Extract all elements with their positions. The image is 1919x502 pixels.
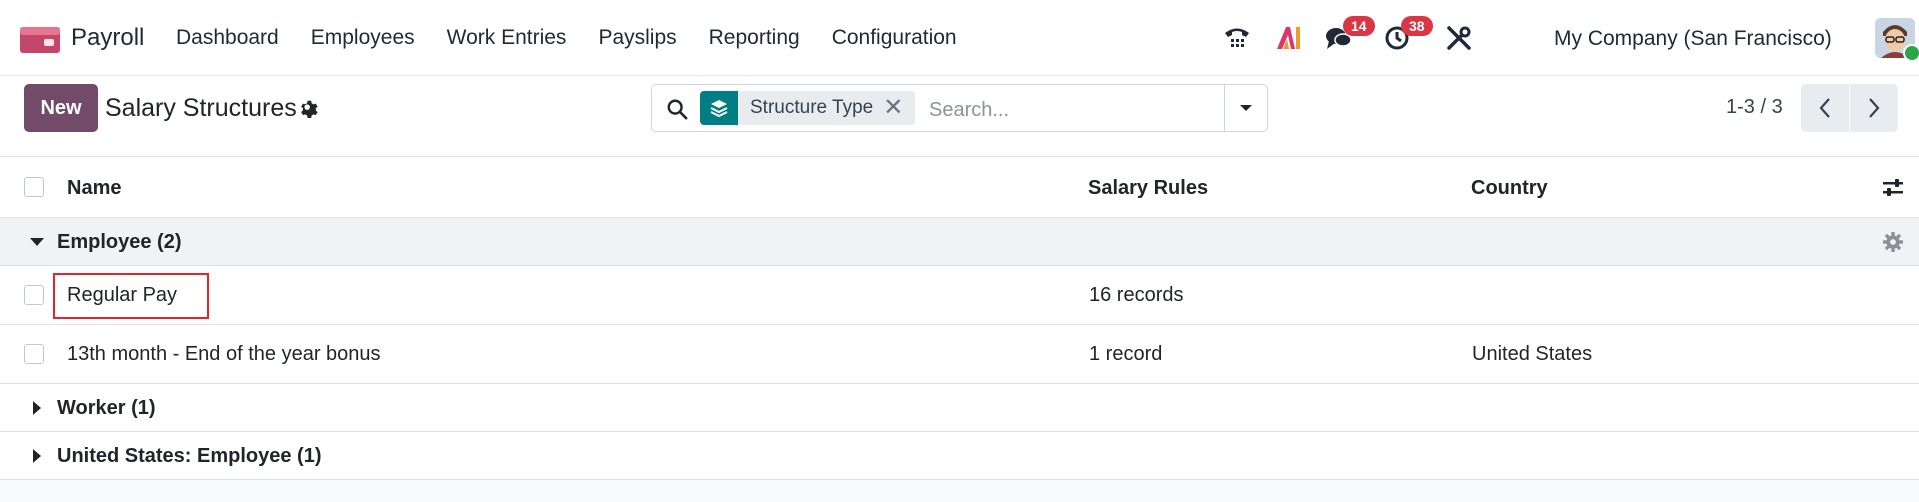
row-checkbox[interactable] <box>24 285 44 305</box>
column-header-country[interactable]: Country <box>1471 177 1548 200</box>
pager-previous-button[interactable] <box>1801 84 1849 132</box>
app-name[interactable]: Payroll <box>71 24 144 52</box>
online-status-dot <box>1903 44 1919 62</box>
phone-icon[interactable] <box>1219 18 1255 58</box>
chevron-right-icon <box>1869 98 1880 118</box>
menu-configuration[interactable]: Configuration <box>832 26 957 50</box>
row-checkbox[interactable] <box>24 344 44 364</box>
table-row[interactable]: Regular Pay 16 records <box>0 266 1919 325</box>
row-name[interactable]: Regular Pay <box>67 284 177 307</box>
chat-icon[interactable]: 14 <box>1321 16 1375 58</box>
table-row[interactable]: 13th month - End of the year bonus 1 rec… <box>0 325 1919 384</box>
search-bar: Structure Type ✕ <box>651 84 1268 132</box>
row-salary-rules[interactable]: 1 record <box>1089 343 1162 366</box>
caret-down-icon <box>30 238 44 246</box>
chevron-left-icon <box>1819 98 1830 118</box>
caret-right-icon <box>33 449 41 463</box>
gear-icon[interactable] <box>298 98 320 120</box>
menu-reporting[interactable]: Reporting <box>709 26 800 50</box>
optional-columns-icon[interactable] <box>1882 177 1904 199</box>
menu-work-entries[interactable]: Work Entries <box>447 26 567 50</box>
group-label: Worker (1) <box>57 397 156 419</box>
column-header-salary-rules[interactable]: Salary Rules <box>1088 177 1208 200</box>
group-settings-gear-icon[interactable] <box>1883 232 1903 252</box>
ai-icon[interactable] <box>1271 18 1307 58</box>
list-header: Name Salary Rules Country <box>0 157 1919 218</box>
activities-badge: 38 <box>1401 16 1433 36</box>
control-panel: New Salary Structures Structure Type ✕ S… <box>0 76 1919 157</box>
group-label: United States: Employee (1) <box>57 445 322 467</box>
payroll-app-icon[interactable] <box>20 24 60 54</box>
facet-label: Structure Type <box>750 97 874 118</box>
row-country[interactable]: United States <box>1472 343 1592 366</box>
top-navbar: Payroll Dashboard Employees Work Entries… <box>0 0 1919 76</box>
pager-value[interactable]: 1-3 / 3 <box>1726 96 1783 119</box>
pager-next-button[interactable] <box>1850 84 1898 132</box>
caret-down-icon <box>1240 105 1252 111</box>
group-row-worker[interactable]: Worker (1) <box>0 384 1919 432</box>
search-icon <box>667 99 688 120</box>
row-salary-rules[interactable]: 16 records <box>1089 284 1184 307</box>
messages-badge: 14 <box>1343 16 1375 36</box>
remove-facet-icon[interactable]: ✕ <box>883 96 915 120</box>
list-view: Name Salary Rules Country Employee (2) R… <box>0 157 1919 480</box>
select-all-checkbox[interactable] <box>24 177 44 197</box>
main-menu: Dashboard Employees Work Entries Payslip… <box>176 26 989 50</box>
group-row-employee[interactable]: Employee (2) <box>0 218 1919 266</box>
tools-icon[interactable] <box>1441 18 1477 58</box>
search-facet: Structure Type ✕ <box>700 91 916 125</box>
search-input[interactable] <box>927 95 1221 125</box>
row-name[interactable]: 13th month - End of the year bonus <box>67 343 381 366</box>
layers-icon <box>700 91 738 125</box>
group-label: Employee (2) <box>57 231 182 253</box>
systray: 14 38 My Company (San Francisco) <box>1219 16 1919 62</box>
clock-icon[interactable]: 38 <box>1379 16 1433 58</box>
new-button[interactable]: New <box>24 84 98 132</box>
menu-payslips[interactable]: Payslips <box>598 26 676 50</box>
menu-dashboard[interactable]: Dashboard <box>176 26 279 50</box>
company-switcher[interactable]: My Company (San Francisco) <box>1554 27 1832 51</box>
menu-employees[interactable]: Employees <box>311 26 415 50</box>
column-header-name[interactable]: Name <box>67 177 121 200</box>
search-options-toggle[interactable] <box>1224 85 1267 131</box>
caret-right-icon <box>33 401 41 415</box>
group-row-us-employee[interactable]: United States: Employee (1) <box>0 432 1919 480</box>
page-title: Salary Structures <box>105 94 297 122</box>
